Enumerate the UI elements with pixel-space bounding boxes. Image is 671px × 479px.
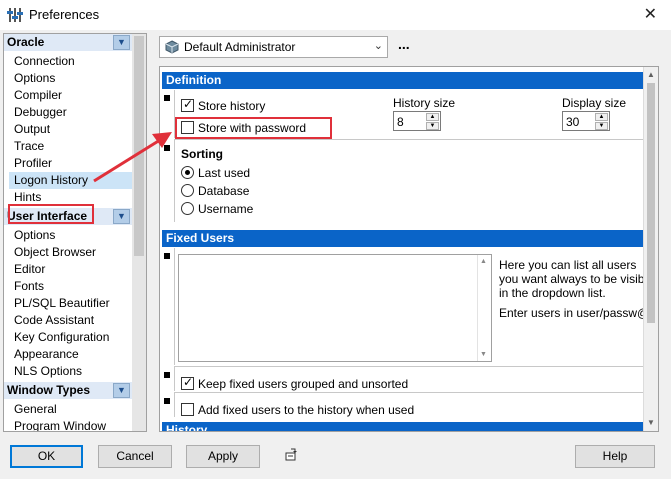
group-window-types[interactable]: Window Types ▼ bbox=[4, 382, 132, 399]
tree-item-debugger[interactable]: Debugger bbox=[14, 104, 67, 121]
chevron-down-icon[interactable]: ▼ bbox=[645, 417, 657, 429]
group-label: Oracle bbox=[7, 35, 45, 49]
tree-item-key-configuration[interactable]: Key Configuration bbox=[14, 329, 109, 346]
ok-button[interactable]: OK bbox=[10, 445, 83, 468]
keep-grouped-label: Keep fixed users grouped and unsorted bbox=[198, 377, 409, 391]
sort-username-label: Username bbox=[198, 202, 254, 216]
sort-last-used-label: Last used bbox=[198, 166, 251, 180]
section-header-fixed-users: Fixed Users bbox=[162, 230, 644, 247]
window-title: Preferences bbox=[29, 7, 100, 22]
chevron-down-icon[interactable]: ▼ bbox=[595, 122, 608, 130]
sort-username-radio[interactable] bbox=[181, 202, 194, 215]
preferences-app-icon bbox=[7, 8, 23, 22]
chevron-up-icon[interactable]: ▲ bbox=[595, 113, 608, 121]
help-button[interactable]: Help bbox=[575, 445, 655, 468]
row-marker-icon bbox=[164, 253, 170, 259]
profile-value: Default Administrator bbox=[184, 40, 296, 54]
tree-item-output[interactable]: Output bbox=[14, 121, 50, 138]
section-divider bbox=[174, 140, 175, 222]
store-history-label: Store history bbox=[198, 99, 266, 113]
section-divider bbox=[174, 367, 175, 391]
sort-database-radio[interactable] bbox=[181, 184, 194, 197]
tree-item-nls-options[interactable]: NLS Options bbox=[14, 363, 82, 380]
chevron-down-icon[interactable]: ⌄ bbox=[374, 39, 383, 52]
tree-item-options[interactable]: Options bbox=[14, 70, 55, 87]
row-marker-icon bbox=[164, 95, 170, 101]
row-marker-icon bbox=[164, 145, 170, 151]
display-size-value: 30 bbox=[566, 115, 580, 129]
group-oracle[interactable]: Oracle ▼ bbox=[4, 34, 132, 51]
chevron-down-icon[interactable]: ▼ bbox=[113, 383, 130, 398]
tree-item-appearance[interactable]: Appearance bbox=[14, 346, 79, 363]
cancel-button[interactable]: Cancel bbox=[98, 445, 172, 468]
section-divider bbox=[174, 139, 644, 140]
chevron-down-icon[interactable]: ▼ bbox=[113, 209, 130, 224]
settings-scrollbar[interactable]: ▲ ▼ bbox=[643, 67, 658, 431]
section-header-history: History bbox=[162, 422, 644, 431]
textarea-scrollbar[interactable]: ▲ ▼ bbox=[477, 255, 491, 361]
history-size-stepper[interactable]: 8 ▲ ▼ bbox=[393, 111, 441, 131]
section-divider bbox=[174, 393, 175, 417]
highlight-box-store-password bbox=[175, 117, 332, 139]
apply-button[interactable]: Apply bbox=[186, 445, 260, 468]
history-size-label: History size bbox=[393, 96, 456, 110]
more-button[interactable]: ... bbox=[398, 36, 410, 52]
tree-item-editor[interactable]: Editor bbox=[14, 261, 45, 278]
tree-item-fonts[interactable]: Fonts bbox=[14, 278, 44, 295]
settings-panel: Definition Store history Store with pass… bbox=[159, 66, 659, 432]
tree-item-logon-history[interactable]: Logon History bbox=[9, 172, 132, 189]
profile-cube-icon bbox=[165, 40, 179, 54]
tree-item-profiler[interactable]: Profiler bbox=[14, 155, 52, 172]
add-history-label: Add fixed users to the history when used bbox=[198, 403, 415, 417]
sort-last-used-radio[interactable] bbox=[181, 166, 194, 179]
tree-item-trace[interactable]: Trace bbox=[14, 138, 44, 155]
pin-icon[interactable] bbox=[283, 447, 299, 463]
fixed-users-help-line: Here you can list all users bbox=[499, 258, 637, 272]
row-marker-icon bbox=[164, 372, 170, 378]
chevron-up-icon[interactable]: ▲ bbox=[645, 69, 657, 81]
profile-select[interactable]: Default Administrator ⌄ bbox=[159, 36, 388, 58]
chevron-down-icon[interactable]: ▼ bbox=[426, 122, 439, 130]
tree-item-object-browser[interactable]: Object Browser bbox=[14, 244, 96, 261]
row-marker-icon bbox=[164, 398, 170, 404]
tree-item-plsql-beautifier[interactable]: PL/SQL Beautifier bbox=[14, 295, 110, 312]
tree-item-program-window[interactable]: Program Window bbox=[14, 418, 106, 431]
fixed-users-help-line: Enter users in user/passw@ bbox=[499, 306, 650, 320]
preferences-tree[interactable]: Oracle ▼ Connection Options Compiler Deb… bbox=[3, 33, 147, 432]
title-bar: Preferences ✕ bbox=[0, 0, 671, 30]
history-size-value: 8 bbox=[397, 115, 404, 129]
fixed-users-help-line: in the dropdown list. bbox=[499, 286, 606, 300]
section-divider bbox=[174, 392, 644, 393]
tree-item-ui-options[interactable]: Options bbox=[14, 227, 55, 244]
display-size-label: Display size bbox=[562, 96, 627, 110]
tree-item-code-assistant[interactable]: Code Assistant bbox=[14, 312, 94, 329]
chevron-up-icon[interactable]: ▲ bbox=[426, 113, 439, 121]
tree-item-compiler[interactable]: Compiler bbox=[14, 87, 62, 104]
scrollbar-thumb[interactable] bbox=[647, 83, 655, 323]
tree-item-general[interactable]: General bbox=[14, 401, 57, 418]
store-history-checkbox[interactable] bbox=[181, 97, 194, 112]
section-header-definition: Definition bbox=[162, 72, 644, 89]
group-label: Window Types bbox=[7, 383, 91, 397]
section-divider bbox=[174, 248, 175, 365]
tree-item-connection[interactable]: Connection bbox=[14, 53, 75, 70]
chevron-up-icon[interactable]: ▲ bbox=[480, 258, 487, 265]
close-icon[interactable]: ✕ bbox=[644, 4, 657, 24]
section-divider bbox=[174, 366, 644, 367]
chevron-down-icon[interactable]: ▼ bbox=[113, 35, 130, 50]
fixed-users-textarea[interactable]: ▲ ▼ bbox=[178, 254, 492, 362]
display-size-stepper[interactable]: 30 ▲ ▼ bbox=[562, 111, 610, 131]
highlight-box-logon-history bbox=[8, 204, 94, 224]
keep-grouped-checkbox[interactable] bbox=[181, 375, 194, 390]
fixed-users-help-line: you want always to be visib bbox=[499, 272, 645, 286]
tree-scrollbar[interactable] bbox=[132, 34, 146, 431]
sort-database-label: Database bbox=[198, 184, 250, 198]
sorting-label: Sorting bbox=[181, 147, 223, 161]
add-history-checkbox[interactable] bbox=[181, 403, 194, 416]
chevron-down-icon[interactable]: ▼ bbox=[480, 351, 487, 358]
scrollbar-thumb[interactable] bbox=[134, 36, 144, 256]
